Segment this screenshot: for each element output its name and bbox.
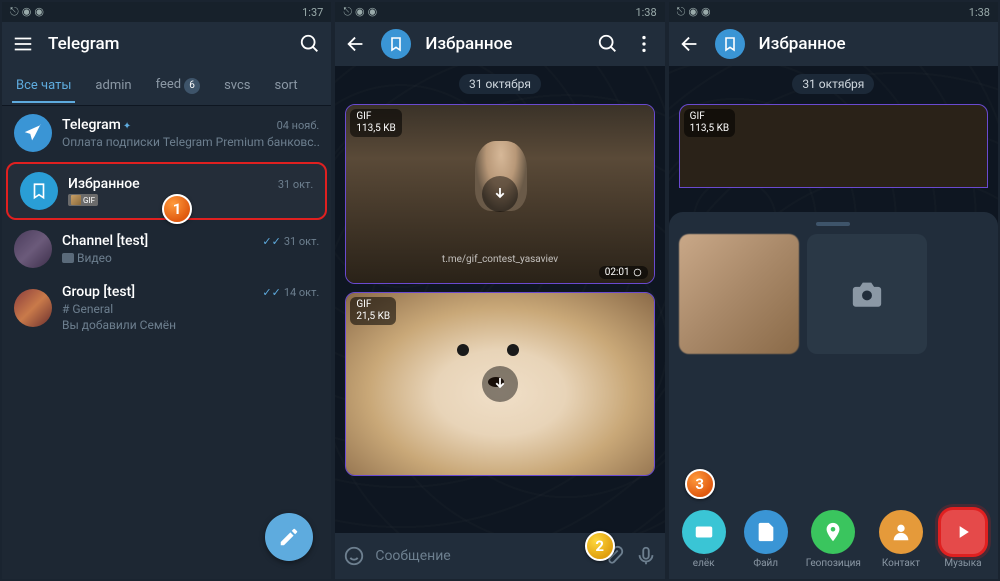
search-icon[interactable] — [597, 33, 619, 55]
back-icon[interactable] — [679, 33, 701, 55]
avatar — [14, 289, 52, 327]
message-gif-1[interactable]: GIF113,5 KB t.me/gif_contest_yasaviev 02… — [345, 104, 654, 284]
more-icon[interactable] — [633, 33, 655, 55]
statusbar: ⎋◉◉ 1:37 — [2, 2, 331, 22]
message-input[interactable]: Сообщение — [375, 548, 592, 564]
tab-all[interactable]: Все чаты — [12, 68, 75, 103]
avatar — [20, 172, 58, 210]
statusbar: ⎋◉◉ 1:38 — [669, 2, 998, 22]
saved-avatar-icon — [715, 29, 745, 59]
avatar — [14, 114, 52, 152]
clock: 1:38 — [635, 6, 656, 19]
chat-list: Telegram✦04 нояб. Оплата подписки Telegr… — [2, 106, 331, 579]
attach-music[interactable]: Музыка — [941, 510, 985, 569]
chat-title[interactable]: Избранное — [425, 34, 582, 54]
attachment-buttons: елёк Файл Геопозиция Контакт Музыка — [669, 500, 998, 573]
attach-wallet[interactable]: елёк — [682, 510, 726, 569]
search-icon[interactable] — [299, 33, 321, 55]
emoji-icon[interactable] — [343, 545, 365, 567]
chat-item-telegram[interactable]: Telegram✦04 нояб. Оплата подписки Telegr… — [2, 106, 331, 160]
tab-svcs[interactable]: svcs — [220, 68, 254, 103]
chat-item-channel[interactable]: Channel [test]✓✓31 окт. Видео — [2, 222, 331, 276]
annotation-marker-2: 2 — [585, 531, 615, 561]
message-gif-1-partial[interactable]: GIF113,5 KB — [679, 104, 988, 188]
attach-location[interactable]: Геопозиция — [806, 510, 861, 569]
gallery-thumb[interactable] — [679, 234, 799, 354]
menu-icon[interactable] — [12, 33, 34, 55]
back-icon[interactable] — [345, 33, 367, 55]
clock: 1:38 — [969, 6, 990, 19]
attachment-panel: елёк Файл Геопозиция Контакт Музыка — [669, 212, 998, 579]
camera-tile[interactable] — [807, 234, 927, 354]
message-gif-2[interactable]: GIF21,5 KB — [345, 292, 654, 476]
attach-contact[interactable]: Контакт — [879, 510, 923, 569]
date-separator: 31 октября — [459, 74, 541, 94]
messages-area[interactable]: 31 октября GIF113,5 KB t.me/gif_contest_… — [335, 66, 664, 533]
app-title: Telegram — [48, 34, 285, 54]
chat-header: Избранное — [335, 22, 664, 66]
avatar — [14, 230, 52, 268]
drag-handle[interactable] — [816, 222, 850, 226]
saved-avatar-icon — [381, 29, 411, 59]
folder-tabs: Все чаты admin feed6 svcs sort — [2, 66, 331, 106]
tab-feed[interactable]: feed6 — [152, 67, 205, 104]
chat-title[interactable]: Избранное — [759, 34, 988, 54]
attach-file[interactable]: Файл — [744, 510, 788, 569]
date-separator: 31 октября — [792, 74, 874, 94]
clock: 1:37 — [302, 6, 323, 19]
statusbar: ⎋◉◉ 1:38 — [335, 2, 664, 22]
message-input-bar: Сообщение — [335, 533, 664, 579]
gallery-previews — [669, 234, 998, 354]
screen-attach-panel: ⎋◉◉ 1:38 Избранное 31 октября GIF113,5 K… — [669, 2, 998, 579]
main-header: Telegram — [2, 22, 331, 66]
tab-sort[interactable]: sort — [271, 68, 302, 103]
tab-admin[interactable]: admin — [91, 68, 135, 103]
screen-saved-chat: ⎋◉◉ 1:38 Избранное 31 октября GIF113,5 K… — [335, 2, 664, 579]
download-icon[interactable] — [482, 366, 518, 402]
mic-icon[interactable] — [635, 545, 657, 567]
download-icon[interactable] — [482, 176, 518, 212]
screen-chat-list: ⎋◉◉ 1:37 Telegram Все чаты admin feed6 s… — [2, 2, 331, 579]
chat-header: Избранное — [669, 22, 998, 66]
chat-item-group[interactable]: Group [test]✓✓14 окт. # General Вы добав… — [2, 276, 331, 340]
annotation-marker-3: 3 — [685, 469, 715, 499]
compose-fab[interactable] — [265, 513, 313, 561]
annotation-marker-1: 1 — [162, 194, 192, 224]
